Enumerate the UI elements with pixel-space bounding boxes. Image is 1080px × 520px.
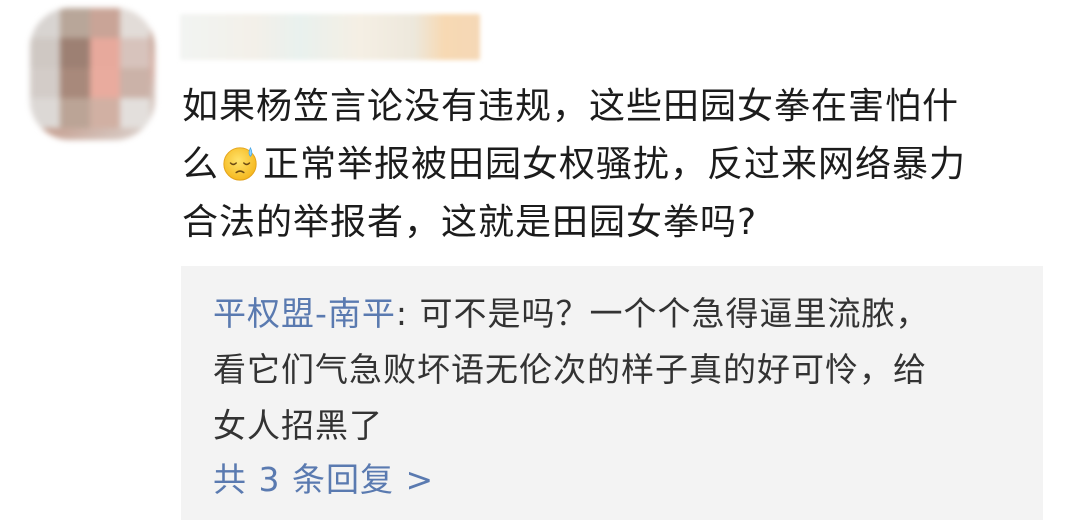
reply-separator: :	[395, 294, 420, 333]
comment-line: 如果杨笠言论没有违规，这些田园女拳在害怕什	[182, 86, 960, 127]
comment-line-start: 么	[182, 144, 220, 185]
reply-line: 平权盟-南平: 可不是吗？一个个急得逼里流脓，	[213, 286, 1013, 342]
view-more-replies-link[interactable]: 共 3 条回复 >	[213, 458, 434, 502]
comment-card: 如果杨笠言论没有违规，这些田园女拳在害怕什 么 正常举报被田园女权骚扰，反过来网…	[0, 0, 1080, 520]
reply-preview-box[interactable]: 平权盟-南平: 可不是吗？一个个急得逼里流脓， 看它们气急败坏语无伦次的样子真的…	[181, 266, 1043, 520]
reply-line-text: 可不是吗？一个个急得逼里流脓，	[419, 294, 930, 333]
comment-line-rest: 正常举报被田园女权骚扰，反过来网络暴力	[263, 144, 967, 185]
comment-line: 合法的举报者，这就是田园女拳吗?	[182, 202, 758, 243]
avatar[interactable]	[30, 8, 155, 140]
reply-line: 女人招黑了	[213, 406, 383, 445]
comment-body: 如果杨笠言论没有违规，这些田园女拳在害怕什 么 正常举报被田园女权骚扰，反过来网…	[182, 78, 1042, 252]
reply-line: 看它们气急败坏语无伦次的样子真的好可怜，给	[213, 350, 927, 389]
sweat-face-icon	[223, 146, 257, 181]
reply-username[interactable]: 平权盟-南平	[213, 294, 396, 333]
reply-body: 平权盟-南平: 可不是吗？一个个急得逼里流脓， 看它们气急败坏语无伦次的样子真的…	[213, 286, 1013, 454]
username-blurred[interactable]	[180, 14, 480, 60]
comment-line: 么 正常举报被田园女权骚扰，反过来网络暴力	[182, 136, 1042, 194]
